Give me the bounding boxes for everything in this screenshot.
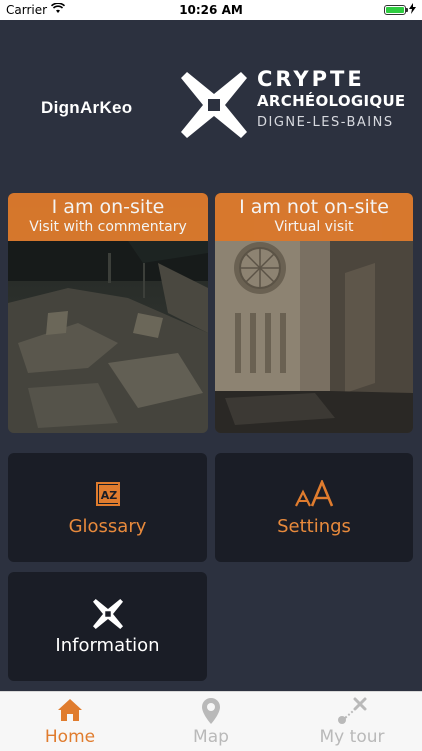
logo-line3: DIGNE-LES-BAINS <box>257 114 394 130</box>
offsite-visit-card[interactable]: I am not on-site Virtual visit <box>215 193 413 433</box>
tab-map[interactable]: Map <box>141 692 281 751</box>
tab-home-label: Home <box>44 727 96 747</box>
charging-icon <box>409 3 416 17</box>
onsite-banner: I am on-site Visit with commentary <box>8 193 208 241</box>
onsite-subtitle: Visit with commentary <box>29 219 187 235</box>
status-bar: Carrier 10:26 AM <box>0 0 422 20</box>
route-icon <box>337 697 367 729</box>
tab-home[interactable]: Home <box>0 692 140 751</box>
information-label: Information <box>55 635 160 656</box>
brand-name: DignArKeo <box>41 98 133 117</box>
tab-mytour[interactable]: My tour <box>282 692 422 751</box>
map-pin-icon <box>201 697 221 729</box>
glossary-label: Glossary <box>68 516 147 537</box>
tab-mytour-label: My tour <box>319 727 385 747</box>
offsite-banner: I am not on-site Virtual visit <box>215 193 413 241</box>
onsite-visit-card[interactable]: I am on-site Visit with commentary <box>8 193 208 433</box>
status-right <box>384 3 416 17</box>
crypte-logo-text: CRYPTE ARCHÉOLOGIQUE DIGNE-LES-BAINS <box>257 68 405 129</box>
settings-label: Settings <box>277 516 351 537</box>
svg-text:AZ: AZ <box>100 489 117 502</box>
home-screen: DignArKeo CRYPTE ARCHÉOLOGIQUE DIGNE-LES… <box>0 20 422 691</box>
logo-line2: ARCHÉOLOGIQUE <box>257 92 406 111</box>
crypte-logo-icon <box>181 72 247 138</box>
header: DignArKeo CRYPTE ARCHÉOLOGIQUE DIGNE-LES… <box>0 20 422 190</box>
cross-logo-icon <box>92 599 123 633</box>
battery-icon <box>384 5 408 15</box>
house-icon <box>57 697 83 727</box>
glossary-button[interactable]: AZ Glossary <box>8 453 207 562</box>
text-size-icon <box>294 478 334 512</box>
onsite-title: I am on-site <box>51 196 165 218</box>
offsite-title: I am not on-site <box>239 196 389 218</box>
az-book-icon: AZ <box>94 480 122 512</box>
tab-bar: Home Map My tour <box>0 691 422 751</box>
offsite-subtitle: Virtual visit <box>274 219 354 235</box>
logo-line1: CRYPTE <box>257 67 365 91</box>
information-button[interactable]: Information <box>8 572 207 681</box>
status-time: 10:26 AM <box>179 3 243 17</box>
settings-button[interactable]: Settings <box>215 453 413 562</box>
tab-map-label: Map <box>193 727 229 747</box>
